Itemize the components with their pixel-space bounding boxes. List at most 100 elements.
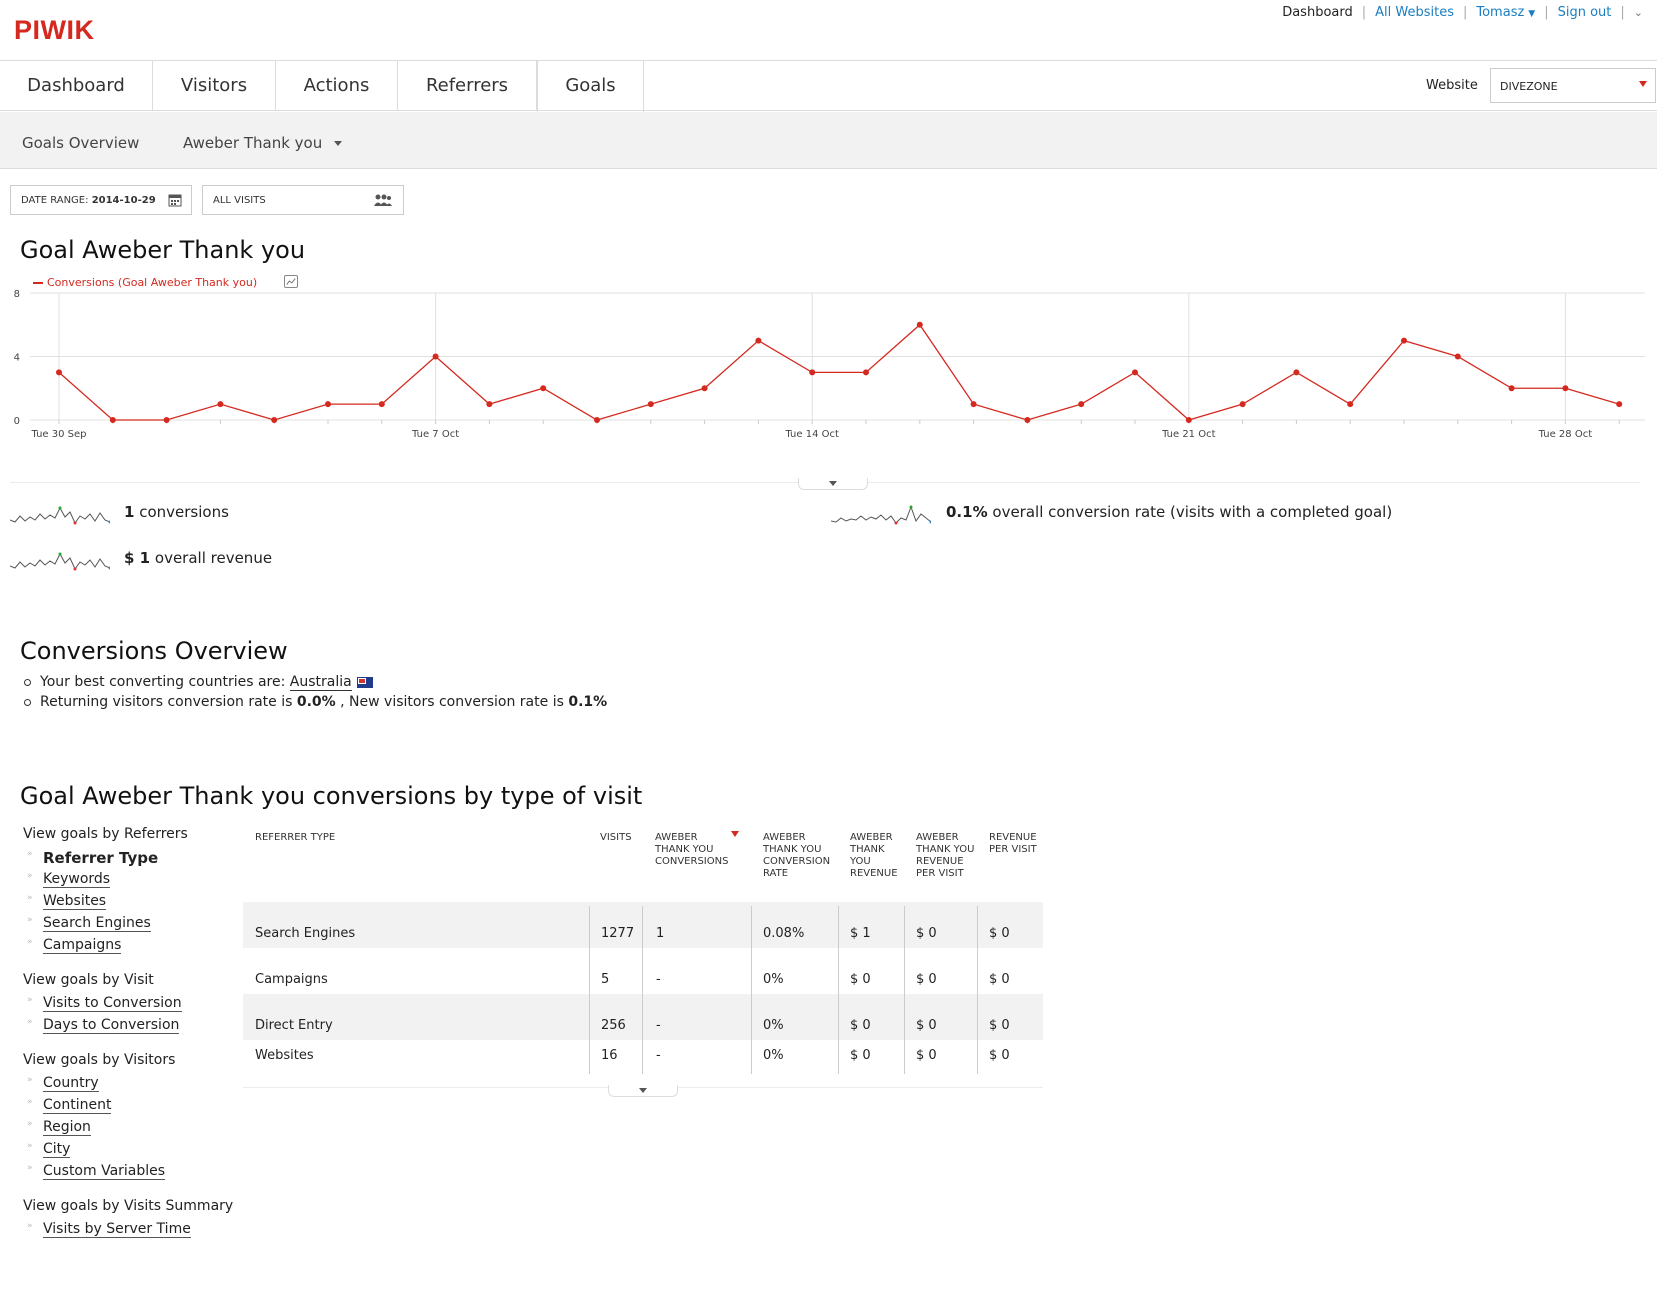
col-header-conversion-rate[interactable]: AWEBER THANK YOU CONVERSION RATE [763,832,843,880]
sub-menu: Goals Overview Aweber Thank you [0,112,1657,169]
metric-conversions-value: 1 [124,503,135,521]
report-link-visits-by-server-time[interactable]: Visits by Server Time [23,1221,243,1243]
country-link-australia[interactable]: Australia [289,674,352,691]
report-link-label: Search Engines [43,915,151,932]
x-tick-label: Tue 21 Oct [1161,429,1216,440]
report-link-country[interactable]: Country [23,1075,243,1097]
tab-visitors[interactable]: Visitors [153,61,276,111]
chevron-down-icon[interactable]: ⌄ [1634,6,1643,19]
cell-revenue-per-visit-goal: $ 0 [916,1018,937,1033]
table-row[interactable]: Direct Entry 256 - 0% $ 0 $ 0 $ 0 [243,994,1043,1040]
metric-revenue-label: overall revenue [154,549,273,567]
report-link-websites[interactable]: Websites [23,893,243,915]
report-link-label: Region [43,1119,91,1136]
col-header-referrer-type[interactable]: REFERRER TYPE [255,832,335,844]
data-point [540,385,547,392]
subtab-goal-label: Aweber Thank you [183,134,323,152]
data-point [325,401,331,408]
data-point [378,401,385,408]
report-link-label: Keywords [43,871,111,888]
top-link-all-websites[interactable]: All Websites [1375,5,1454,20]
cell-conversions: - [656,1018,661,1033]
caret-down-icon [829,481,837,486]
report-link-custom-variables[interactable]: Custom Variables [23,1163,243,1185]
chart-toggle-button[interactable] [798,478,868,490]
report-link-continent[interactable]: Continent [23,1097,243,1119]
tab-referrers[interactable]: Referrers [398,61,537,111]
sparkline-revenue[interactable] [10,550,110,572]
table-row[interactable]: Search Engines 1277 1 0.08% $ 1 $ 0 $ 0 [243,902,1043,948]
data-point [647,401,654,408]
data-point [701,385,708,392]
sparkline-conversion-rate[interactable] [831,504,931,526]
table-row[interactable]: Websites 16 - 0% $ 0 $ 0 $ 0 [243,1040,1043,1070]
piwik-logo[interactable]: PIWIK [14,15,95,46]
metric-rate-value: 0.1% [946,503,988,521]
cell-label: Direct Entry [255,1018,333,1033]
column-divider [751,906,752,1074]
sparkline-conversions[interactable] [10,504,110,526]
cell-label: Websites [255,1048,314,1063]
report-link-city[interactable]: City [23,1141,243,1163]
metric-rate-label: overall conversion rate (visits with a c… [992,503,1393,521]
data-point [486,401,493,408]
caret-down-icon [334,141,343,146]
cell-visits: 1277 [601,926,635,941]
table-options-toggle[interactable] [608,1085,678,1097]
column-divider [589,906,590,1074]
data-point [1347,401,1354,408]
tab-dashboard[interactable]: Dashboard [0,61,153,111]
cell-revenue-per-visit: $ 0 [989,926,1010,941]
group-gap [23,1039,243,1052]
cell-revenue-per-visit: $ 0 [989,972,1010,987]
data-point [56,369,62,376]
report-link-visits-to-conversion[interactable]: Visits to Conversion [23,995,243,1017]
top-link-dashboard[interactable]: Dashboard [1282,5,1353,20]
segment-selector[interactable]: ALL VISITS [202,185,404,215]
sign-out-link[interactable]: Sign out [1558,5,1612,20]
date-range-selector[interactable]: DATE RANGE: 2014-10-29 [10,185,192,215]
user-menu[interactable]: Tomasz ▼ [1476,5,1535,20]
data-point [755,337,762,344]
subtab-goal-aweber[interactable]: Aweber Thank you [183,134,343,152]
col-header-revenue[interactable]: AWEBER THANK YOU REVENUE [850,832,906,880]
subtab-goals-overview[interactable]: Goals Overview [22,134,139,152]
table-row[interactable]: Campaigns 5 - 0% $ 0 $ 0 $ 0 [243,948,1043,994]
data-point [109,417,116,423]
report-link-keywords[interactable]: Keywords [23,871,243,893]
column-divider [642,906,643,1074]
date-range-label: DATE RANGE: [21,195,89,206]
sort-desc-icon [731,831,739,837]
col-header-revenue-per-visit[interactable]: REVENUE PER VISIT [989,832,1045,856]
report-link-region[interactable]: Region [23,1119,243,1141]
segment-label: ALL VISITS [213,195,266,206]
cell-visits: 5 [601,972,610,987]
data-point [1024,417,1031,423]
report-link-label: Country [43,1075,99,1092]
report-link-search-engines[interactable]: Search Engines [23,915,243,937]
metric-conversion-rate: 0.1% overall conversion rate (visits wit… [946,503,1392,521]
report-link-days-to-conversion[interactable]: Days to Conversion [23,1017,243,1039]
caret-down-icon: ▼ [1528,9,1536,19]
data-point [1185,417,1192,423]
data-point [1078,401,1085,408]
report-link-label: Referrer Type [43,849,159,867]
series-line-conversions [58,323,1620,421]
report-link-label: Campaigns [43,937,122,954]
col-header-visits[interactable]: VISITS [600,832,632,844]
evolution-title: Goal Aweber Thank you [20,236,306,264]
col-header-revenue-per-visit-goal[interactable]: AWEBER THANK YOU REVENUE PER VISIT [916,832,982,880]
tab-actions[interactable]: Actions [276,61,398,111]
col-header-conversions[interactable]: AWEBER THANK YOU CONVERSIONS [655,832,735,868]
best-countries-item: Your best converting countries are: Aust… [24,673,607,691]
report-link-referrer-type[interactable]: Referrer Type [23,849,243,871]
report-link-label: Continent [43,1097,112,1114]
cell-label: Search Engines [255,926,356,941]
cell-revenue-per-visit: $ 0 [989,1018,1010,1033]
report-link-campaigns[interactable]: Campaigns [23,937,243,959]
data-point [1562,385,1569,392]
tab-goals[interactable]: Goals [537,61,644,115]
data-point [432,353,439,360]
cell-label: Campaigns [255,972,328,987]
website-selector[interactable]: DIVEZONE [1490,68,1656,103]
